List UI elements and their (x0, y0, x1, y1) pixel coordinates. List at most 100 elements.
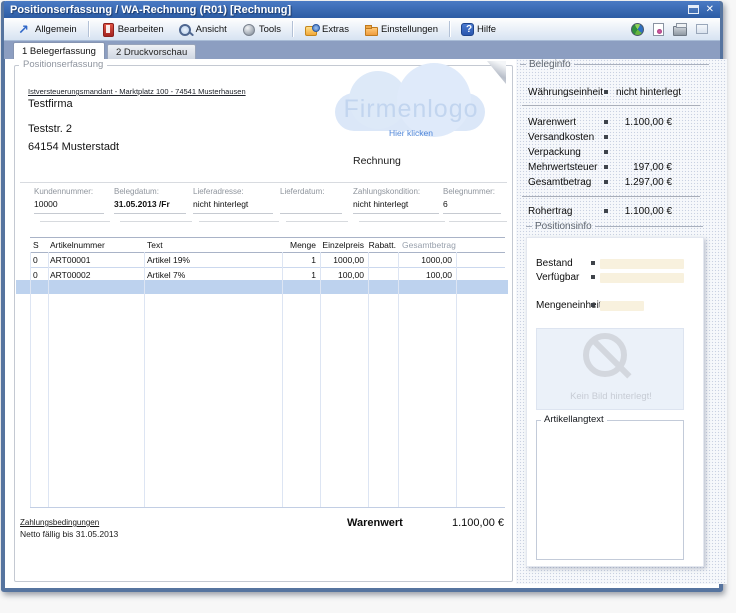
cell-gesamtbetrag: 1000,00 (398, 253, 456, 267)
cell-text: Artikel 19% (144, 253, 282, 267)
column-header[interactable]: Rabatt. (368, 238, 398, 252)
menu-item-bearbeiten[interactable]: Bearbeiten (93, 20, 171, 39)
grid-line (30, 252, 31, 507)
grid-line (398, 252, 399, 507)
field-label: Belegdatum: (114, 187, 186, 196)
settings-folder-icon (363, 22, 378, 37)
payment-terms-text: Netto fällig bis 31.05.2013 (20, 529, 118, 539)
grid-line (320, 252, 321, 507)
info-label: Verfügbar (536, 272, 579, 283)
field-value: 10000 (34, 199, 104, 209)
field-value: 6 (443, 199, 501, 209)
field-value: nicht hinterlegt (193, 199, 273, 209)
menu-item-tools[interactable]: Tools (234, 20, 288, 39)
column-header[interactable]: S (30, 238, 48, 252)
grid-line (282, 252, 283, 507)
field-label: Zahlungskondition: (353, 187, 439, 196)
field-underline (280, 213, 342, 214)
column-header[interactable]: Menge (282, 238, 320, 252)
menu-item-allgemein[interactable]: Allgemein (10, 20, 84, 39)
column-header[interactable]: Artikelnummer (48, 238, 144, 252)
printer-icon[interactable] (673, 26, 687, 36)
field-belegnummer[interactable]: Belegnummer: 6 (443, 187, 501, 229)
info-value: 197,00 € (633, 162, 672, 173)
cell-s: 0 (30, 253, 48, 267)
cell-rabatt (368, 253, 398, 267)
langtext-label: Artikellangtext (541, 414, 607, 425)
restore-icon[interactable] (688, 5, 699, 14)
selected-empty-row[interactable] (16, 280, 508, 294)
article-image-placeholder[interactable]: Kein Bild hinterlegt! (536, 328, 684, 410)
chart-sphere-icon[interactable] (631, 23, 644, 36)
info-value: nicht hinterlegt (616, 87, 681, 98)
title-bar[interactable]: Positionserfassung / WA-Rechnung (R01) [… (4, 1, 720, 18)
field-lieferadresse[interactable]: Lieferadresse: nicht hinterlegt (193, 187, 273, 229)
total-label: Warenwert (347, 517, 403, 529)
grid-line (48, 252, 49, 507)
column-header-spacer (456, 238, 505, 252)
menu-item-extras[interactable]: Extras (297, 20, 356, 39)
recipient-name[interactable]: Testfirma (28, 98, 73, 110)
verfuegbar-value-field[interactable] (600, 273, 684, 283)
bullet-square-icon (604, 90, 608, 94)
sender-line[interactable]: Istversteuerungsmandant - Marktplatz 100… (28, 87, 246, 96)
info-value: 1.100,00 € (625, 206, 672, 217)
column-header[interactable]: Einzelpreis (320, 238, 368, 252)
bullet-square-icon (604, 180, 608, 184)
tools-sphere-icon (241, 22, 256, 37)
info-label: Währungseinheit (528, 87, 603, 98)
grid-line (368, 252, 369, 507)
bestand-value-field[interactable] (600, 259, 684, 269)
beleginfo-group-header: Beleginfo (520, 59, 709, 70)
field-zahlungskondition[interactable]: Zahlungskondition: nicht hinterlegt (353, 187, 439, 229)
bullet-square-icon (604, 150, 608, 154)
field-lieferdatum[interactable]: Lieferdatum: (280, 187, 342, 229)
help-icon (461, 23, 474, 36)
field-label: Lieferadresse: (193, 187, 273, 196)
info-row-warenwert: Warenwert 1.100,00 € (528, 117, 700, 130)
info-label: Gesamtbetrag (528, 177, 591, 188)
extras-box-icon (304, 22, 319, 37)
field-belegdatum[interactable]: Belegdatum: 31.05.2013 /Fr (114, 187, 186, 229)
separator (522, 196, 700, 197)
recipient-street[interactable]: Teststr. 2 (28, 123, 72, 135)
bullet-square-icon (591, 303, 595, 307)
no-image-icon (583, 333, 627, 377)
menu-item-label: Extras (322, 24, 349, 35)
edit-notebook-icon (100, 22, 115, 37)
document-edit-icon[interactable] (653, 23, 664, 36)
column-header[interactable]: Text (144, 238, 282, 252)
artikellangtext-textarea[interactable] (536, 420, 684, 560)
field-underline (40, 221, 110, 222)
menu-item-label: Bearbeiten (118, 24, 164, 35)
field-value: 31.05.2013 /Fr (114, 199, 186, 209)
menu-item-einstellungen[interactable]: Einstellungen (356, 20, 445, 39)
field-label: Kundennummer: (34, 187, 104, 196)
bullet-square-icon (604, 165, 608, 169)
field-underline (443, 213, 501, 214)
tab-strip: 1 Belegerfassung 2 Druckvorschau (4, 41, 720, 59)
field-label: Belegnummer: (443, 187, 501, 196)
toolbar-separator (88, 21, 89, 37)
recipient-city[interactable]: 64154 Musterstadt (28, 141, 119, 153)
no-image-text: Kein Bild hinterlegt! (537, 391, 685, 402)
window-icon[interactable] (696, 24, 708, 34)
logo-click-hint-link[interactable]: Hier klicken (335, 128, 487, 138)
field-underline (449, 221, 507, 222)
positionserfassung-group-label: Positionserfassung (19, 59, 107, 70)
field-underline (114, 213, 186, 214)
column-header[interactable]: Gesamtbetrag (398, 238, 456, 252)
grid-line (144, 252, 145, 507)
close-icon[interactable] (706, 4, 714, 15)
menu-item-ansicht[interactable]: Ansicht (171, 20, 234, 39)
tab-druckvorschau[interactable]: 2 Druckvorschau (107, 44, 196, 59)
tab-belegerfassung[interactable]: 1 Belegerfassung (13, 42, 105, 59)
app-window: Positionserfassung / WA-Rechnung (R01) [… (0, 0, 736, 613)
info-row-gesamtbetrag: Gesamtbetrag 1.297,00 € (528, 177, 700, 190)
mengeneinheit-value-field[interactable] (600, 301, 644, 311)
table-row[interactable]: 0 ART00001 Artikel 19% 1 1000,00 1000,00 (30, 253, 505, 267)
field-kundennummer[interactable]: Kundennummer: 10000 (34, 187, 104, 229)
menu-item-hilfe[interactable]: Hilfe (454, 20, 503, 39)
payment-terms-link[interactable]: Zahlungsbedingungen (20, 518, 99, 527)
grid-line (456, 252, 457, 507)
